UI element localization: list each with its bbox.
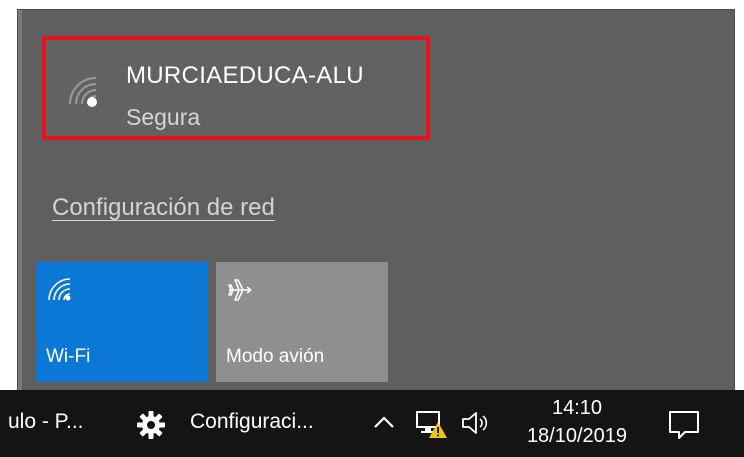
taskbar-clock[interactable]: 14:10 18/10/2019 bbox=[512, 396, 642, 452]
tile-airplane-mode[interactable]: Modo avión bbox=[216, 262, 388, 382]
chevron-up-icon[interactable] bbox=[370, 408, 398, 436]
network-settings-link[interactable]: Configuración de red bbox=[52, 194, 275, 222]
wifi-secured-icon bbox=[69, 77, 97, 107]
airplane-icon bbox=[228, 279, 252, 301]
clock-time: 14:10 bbox=[551, 397, 603, 419]
network-item-murciaeduca[interactable]: MURCIAEDUCA-ALU Segura bbox=[42, 36, 430, 140]
tile-airplane-label: Modo avión bbox=[226, 346, 325, 367]
screen: MURCIAEDUCA-ALU Segura Configuración de … bbox=[0, 0, 744, 457]
taskbar-settings-label: Configuraci... bbox=[190, 410, 314, 433]
taskbar: ulo - P... Configuraci... 14:10 18/10/20… bbox=[0, 390, 744, 457]
tile-wifi[interactable]: Wi-Fi bbox=[36, 262, 208, 382]
network-security-status: Segura bbox=[126, 104, 201, 130]
tile-wifi-label: Wi-Fi bbox=[46, 346, 91, 367]
network-warning-icon[interactable] bbox=[414, 408, 448, 440]
volume-icon[interactable] bbox=[460, 408, 494, 438]
gear-icon bbox=[137, 411, 165, 439]
clock-date: 18/10/2019 bbox=[526, 425, 628, 447]
taskbar-app-button[interactable]: ulo - P... bbox=[8, 410, 84, 434]
flyout-edge bbox=[18, 10, 22, 390]
action-center-icon[interactable] bbox=[666, 408, 702, 442]
wifi-icon bbox=[48, 278, 71, 301]
network-name: MURCIAEDUCA-ALU bbox=[126, 62, 364, 89]
